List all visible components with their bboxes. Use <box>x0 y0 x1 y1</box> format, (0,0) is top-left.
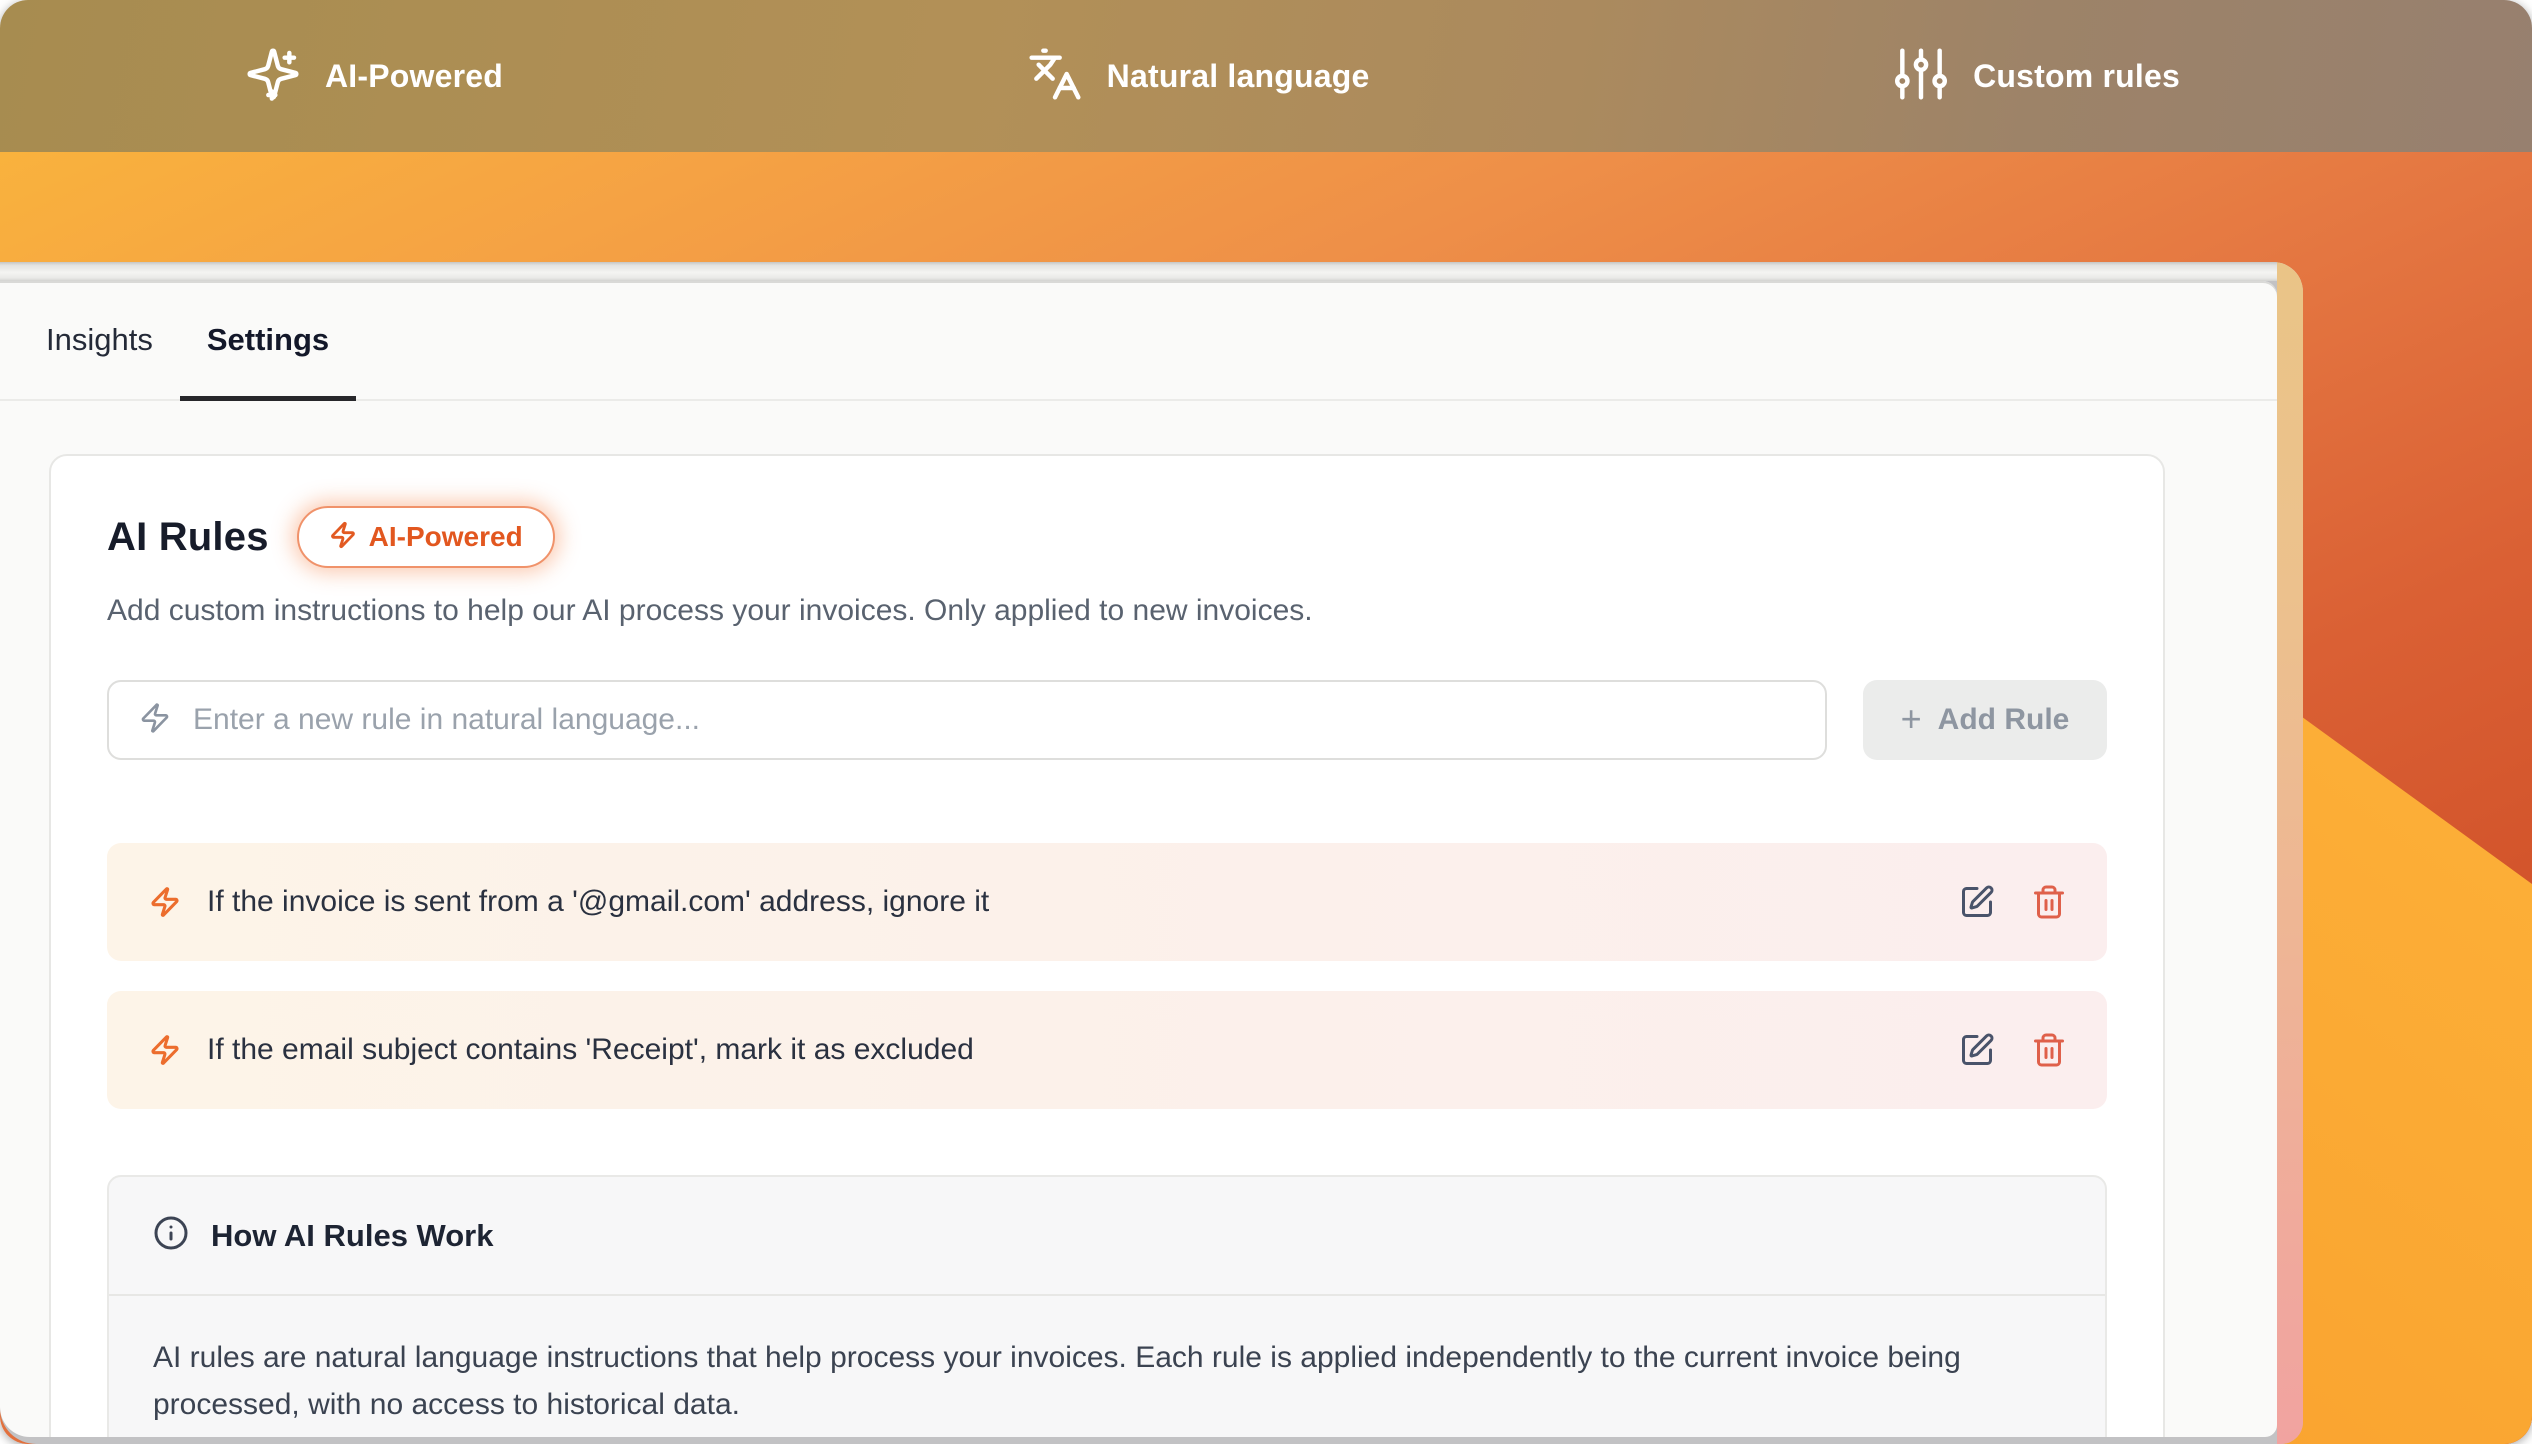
rule-row: If the email subject contains 'Receipt',… <box>107 991 2107 1109</box>
tab-settings[interactable]: Settings <box>180 281 356 399</box>
trash-icon <box>2031 884 2067 920</box>
rule-actions <box>1959 884 2067 920</box>
edit-rule-button[interactable] <box>1959 1032 1995 1068</box>
how-ai-rules-work-box: How AI Rules Work AI rules are natural l… <box>107 1175 2107 1437</box>
feature-label: Natural language <box>1107 58 1370 95</box>
page-title: AI Rules <box>107 515 269 560</box>
add-rule-label: Add Rule <box>1938 703 2070 737</box>
edit-rule-button[interactable] <box>1959 884 1995 920</box>
new-rule-input[interactable] <box>193 703 1795 737</box>
tab-bar: Insights Settings <box>0 281 2277 401</box>
ai-rules-header: AI Rules AI-Powered <box>107 506 2107 568</box>
feature-item-natural-language: Natural language <box>1027 46 1370 107</box>
ai-rules-description: Add custom instructions to help our AI p… <box>107 594 2107 628</box>
badge-label: AI-Powered <box>369 521 523 553</box>
zap-icon <box>329 521 357 554</box>
zap-icon <box>149 1034 181 1066</box>
zap-icon <box>139 702 171 739</box>
rule-text: If the email subject contains 'Receipt',… <box>207 1033 1933 1067</box>
zap-icon <box>149 886 181 918</box>
feature-item-ai-powered: AI-Powered <box>245 46 503 107</box>
app-window: Insights Settings AI Rules AI <box>0 262 2303 1444</box>
new-rule-row: + Add Rule <box>107 680 2107 760</box>
tab-label: Settings <box>207 322 329 358</box>
add-rule-button[interactable]: + Add Rule <box>1863 680 2107 760</box>
feature-label: Custom rules <box>1973 58 2180 95</box>
feature-bar: AI-Powered Natural language Custom rules <box>0 0 2532 152</box>
ai-rules-card: AI Rules AI-Powered Add custom instructi… <box>49 454 2165 1437</box>
window-right-edge <box>2277 262 2303 1444</box>
plus-icon: + <box>1901 701 1922 737</box>
info-box-header: How AI Rules Work <box>109 1177 2105 1296</box>
rule-text: If the invoice is sent from a '@gmail.co… <box>207 885 1933 919</box>
tab-label: Insights <box>46 322 153 358</box>
screen: AI-Powered Natural language Custom rules <box>0 0 2532 1444</box>
info-box-title: How AI Rules Work <box>211 1218 493 1254</box>
sliders-icon <box>1893 46 1949 107</box>
info-box-body: AI rules are natural language instructio… <box>109 1296 2105 1437</box>
rules-list: If the invoice is sent from a '@gmail.co… <box>107 843 2107 1109</box>
feature-label: AI-Powered <box>325 58 503 95</box>
edit-icon <box>1959 884 1995 920</box>
translate-icon <box>1027 46 1083 107</box>
rule-actions <box>1959 1032 2067 1068</box>
ai-powered-badge: AI-Powered <box>297 506 555 568</box>
tab-insights[interactable]: Insights <box>19 281 180 399</box>
info-icon <box>153 1215 189 1256</box>
delete-rule-button[interactable] <box>2031 884 2067 920</box>
feature-item-custom-rules: Custom rules <box>1893 46 2180 107</box>
delete-rule-button[interactable] <box>2031 1032 2067 1068</box>
trash-icon <box>2031 1032 2067 1068</box>
new-rule-field[interactable] <box>107 680 1827 760</box>
window-content: Insights Settings AI Rules AI <box>0 281 2277 1437</box>
sparkles-icon <box>245 46 301 107</box>
hero-card: AI-Powered Natural language Custom rules <box>0 0 2532 1444</box>
window-top-edge <box>0 262 2303 281</box>
rule-row: If the invoice is sent from a '@gmail.co… <box>107 843 2107 961</box>
edit-icon <box>1959 1032 1995 1068</box>
